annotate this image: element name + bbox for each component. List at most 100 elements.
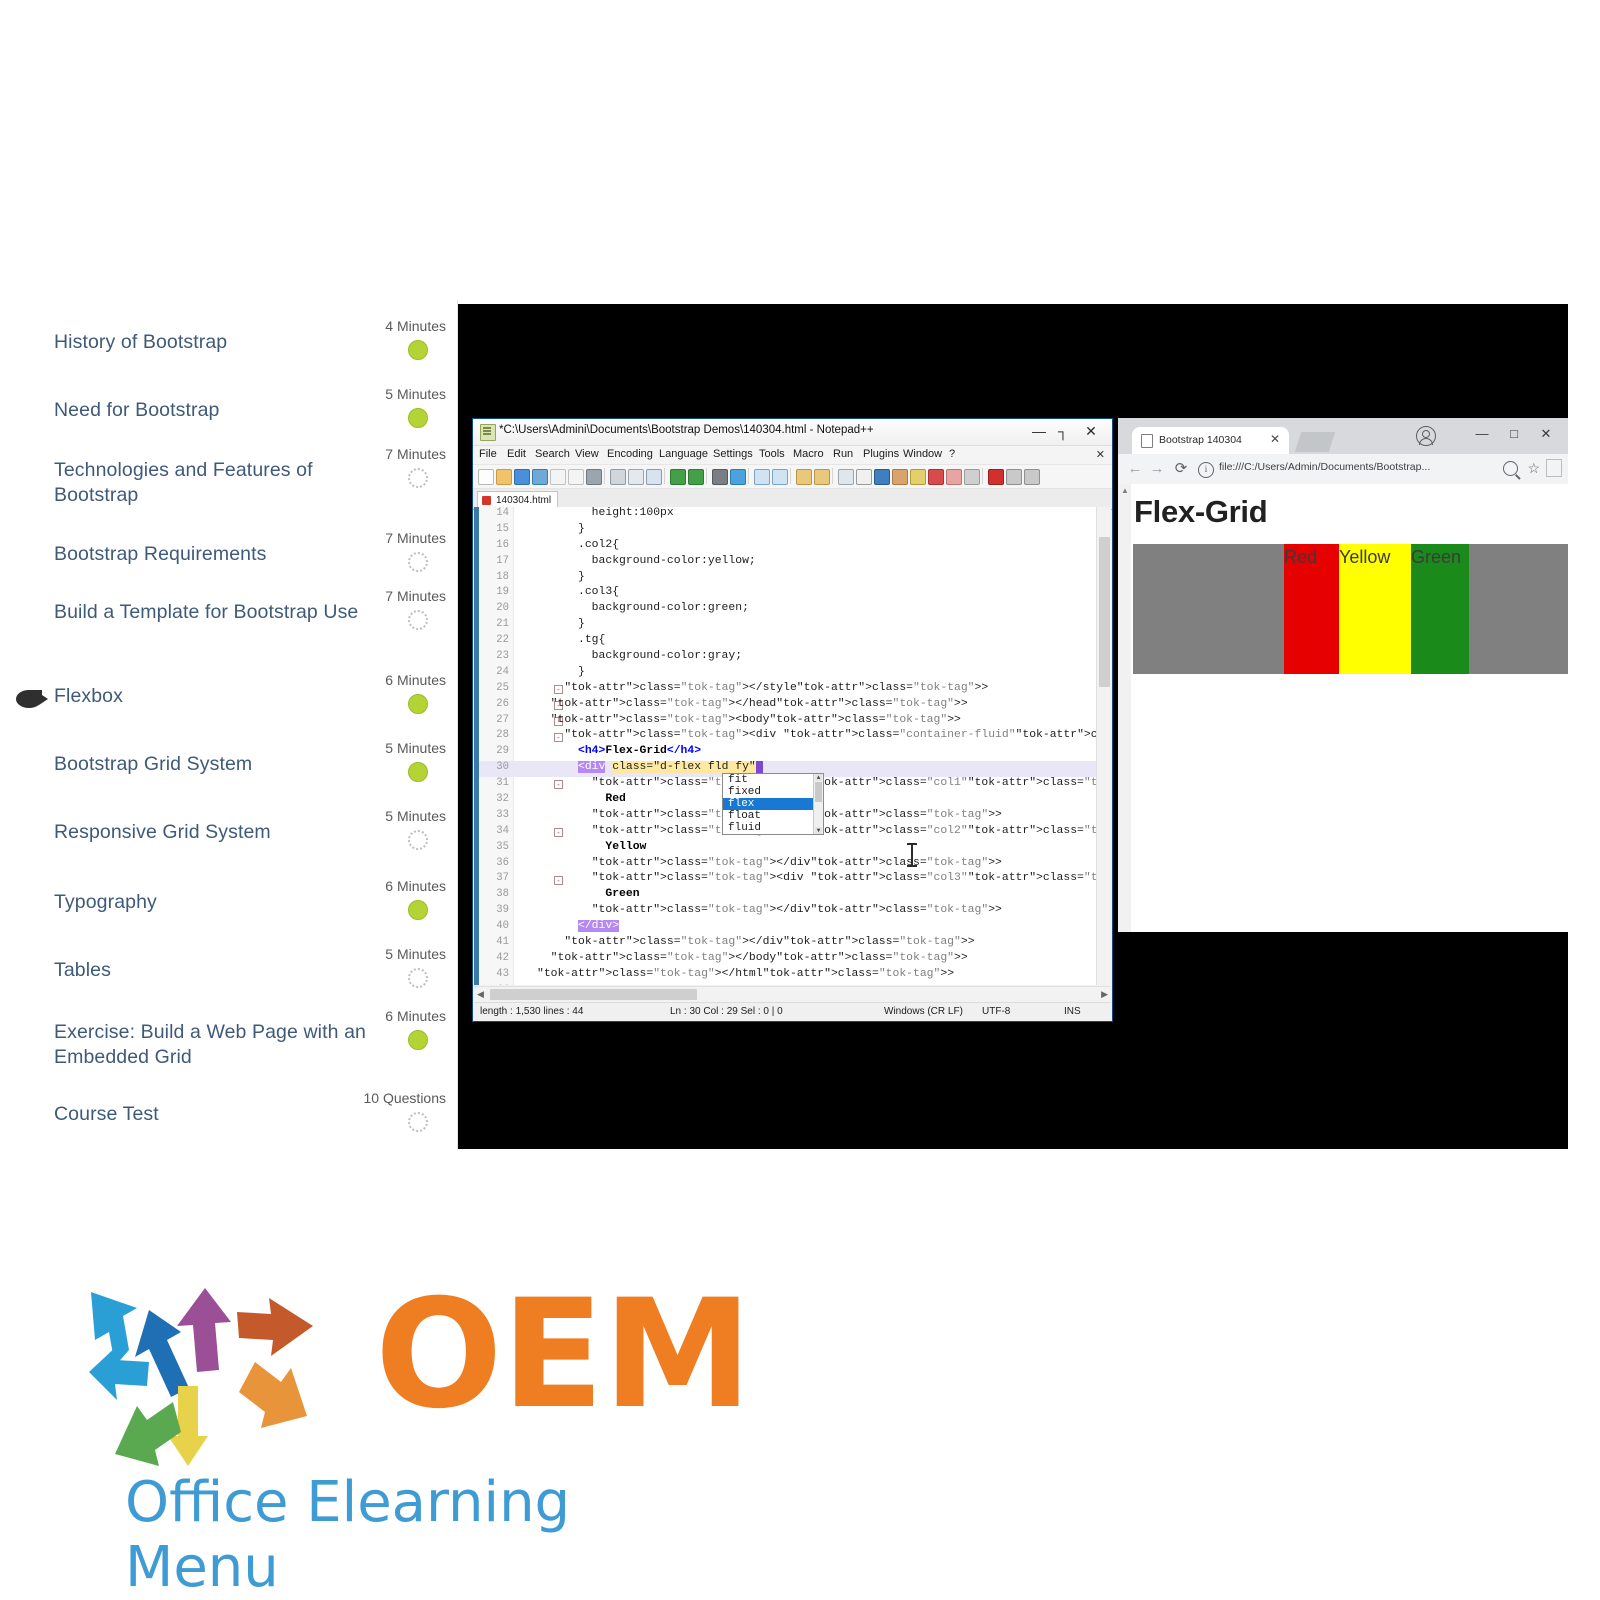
menu-item-tools[interactable]: Tools bbox=[759, 448, 785, 460]
notepadpp-minimize-button[interactable]: — bbox=[1028, 422, 1050, 440]
autocomplete-scroll-thumb[interactable] bbox=[815, 782, 822, 802]
lesson-item[interactable]: Tables 5 Minutes bbox=[0, 946, 458, 996]
show-all-chars-icon[interactable] bbox=[856, 469, 872, 485]
code-line[interactable]: 14 height:100px bbox=[479, 507, 1111, 523]
search-icon[interactable] bbox=[1503, 461, 1518, 476]
open-file-icon[interactable] bbox=[496, 469, 512, 485]
new-tab-button[interactable] bbox=[1294, 432, 1336, 452]
autocomplete-scrollbar[interactable]: ▲ ▼ bbox=[813, 774, 823, 834]
notepadpp-window[interactable]: *C:\Users\Admini\Documents\Bootstrap Dem… bbox=[472, 418, 1113, 1022]
bookmark-star-icon[interactable]: ☆ bbox=[1527, 460, 1540, 477]
code-line[interactable]: 17 background-color:yellow; bbox=[479, 555, 1111, 571]
autocomplete-item-float[interactable]: float bbox=[723, 810, 823, 822]
autocomplete-item-fixed[interactable]: fixed bbox=[723, 786, 823, 798]
code-line[interactable]: 29 <h4>Flex-Grid</h4> bbox=[479, 745, 1111, 761]
menu-item-view[interactable]: View bbox=[575, 448, 599, 460]
code-line[interactable]: 16 .col2{ bbox=[479, 539, 1111, 555]
menu-item-macro[interactable]: Macro bbox=[793, 448, 824, 460]
doc-map-icon[interactable] bbox=[910, 469, 926, 485]
menu-item-plugins[interactable]: Plugins bbox=[863, 448, 899, 460]
forward-arrow-icon[interactable]: → bbox=[1148, 460, 1166, 478]
redo-icon[interactable] bbox=[688, 469, 704, 485]
scroll-right-arrow-icon[interactable]: ▶ bbox=[1101, 989, 1108, 1000]
indent-guide-icon[interactable] bbox=[874, 469, 890, 485]
sync-scroll-h-icon[interactable] bbox=[814, 469, 830, 485]
lesson-item[interactable]: Typography 6 Minutes bbox=[0, 878, 458, 928]
paste-icon[interactable] bbox=[646, 469, 662, 485]
code-line[interactable]: 15 } bbox=[479, 523, 1111, 539]
autocomplete-item-fluid[interactable]: fluid bbox=[723, 822, 823, 834]
find-icon[interactable] bbox=[712, 469, 728, 485]
page-scroll-up-icon[interactable]: ▲ bbox=[1121, 486, 1129, 495]
page-scrollbar[interactable]: ▲ bbox=[1118, 484, 1131, 932]
code-line[interactable]: 36 "tok-attr">class="tok-tag"></div"tok-… bbox=[479, 857, 1111, 873]
replace-icon[interactable] bbox=[730, 469, 746, 485]
browser-tab-bootstrap-140304[interactable]: Bootstrap 140304 bbox=[1132, 427, 1289, 454]
code-line[interactable]: 44 bbox=[479, 984, 1111, 985]
chrome-minimize-button[interactable]: — bbox=[1472, 426, 1492, 441]
video-player-frame[interactable]: *C:\Users\Admini\Documents\Bootstrap Dem… bbox=[458, 304, 1568, 1149]
code-line[interactable]: 20 background-color:green; bbox=[479, 602, 1111, 618]
notepadpp-menubar[interactable]: ✕ File Edit Search View Encoding Language Sett… bbox=[473, 446, 1112, 465]
save-all-icon[interactable] bbox=[532, 469, 548, 485]
autocomplete-popup[interactable]: ▲ ▼ fit fixed flex float fluid bbox=[722, 773, 824, 835]
notepadpp-maximize-button[interactable]: ┐ bbox=[1052, 422, 1074, 440]
lesson-item[interactable]: Need for Bootstrap 5 Minutes bbox=[0, 386, 458, 436]
menu-item-window[interactable]: Window bbox=[903, 448, 942, 460]
menu-item-file[interactable]: File bbox=[479, 448, 497, 460]
folder-workspace-icon[interactable] bbox=[946, 469, 962, 485]
copy-icon[interactable] bbox=[628, 469, 644, 485]
save-icon[interactable] bbox=[514, 469, 530, 485]
code-text-area[interactable]: 14 height:100px 15 } 16 .col2{17 backgroun… bbox=[479, 507, 1111, 985]
chrome-toolbar[interactable]: ← → ⟳ i file:///C:/Users/Admin/Documents… bbox=[1118, 454, 1568, 485]
zoom-in-icon[interactable] bbox=[754, 469, 770, 485]
lesson-item[interactable]: Exercise: Build a Web Page with an Embed… bbox=[0, 1008, 458, 1078]
menu-item-settings[interactable]: Settings bbox=[713, 448, 753, 460]
code-line[interactable]: 18 } bbox=[479, 571, 1111, 587]
address-bar-url[interactable]: file:///C:/Users/Admin/Documents/Bootstr… bbox=[1219, 461, 1430, 473]
lesson-item[interactable]: Technologies and Features of Bootstrap 7 … bbox=[0, 446, 458, 516]
record-macro-icon[interactable] bbox=[988, 469, 1004, 485]
chrome-browser-window[interactable]: Bootstrap 140304 ✕ — □ ✕ ← → ⟳ i file://… bbox=[1118, 418, 1568, 932]
new-file-icon[interactable] bbox=[478, 469, 494, 485]
reload-icon[interactable]: ⟳ bbox=[1172, 460, 1190, 478]
playback-macro-icon[interactable] bbox=[1024, 469, 1040, 485]
sync-scroll-v-icon[interactable] bbox=[796, 469, 812, 485]
lesson-item[interactable]: Build a Template for Bootstrap Use 7 Minu… bbox=[0, 588, 458, 658]
scroll-left-arrow-icon[interactable]: ◀ bbox=[477, 989, 484, 1000]
chrome-close-button[interactable]: ✕ bbox=[1536, 426, 1556, 442]
autocomplete-item-fit[interactable]: fit bbox=[723, 774, 823, 786]
editor-horizontal-scrollbar[interactable]: ◀ ▶ bbox=[474, 986, 1111, 1003]
code-line[interactable]: 24 } bbox=[479, 666, 1111, 682]
code-line[interactable]: 41 "tok-attr">class="tok-tag"></div"tok-… bbox=[479, 936, 1111, 952]
code-line[interactable]: 22 .tg{ bbox=[479, 634, 1111, 650]
code-line[interactable]: 27 "tok-attr">class="tok-tag"><body"tok-… bbox=[479, 714, 1111, 730]
code-line[interactable]: 42 "tok-attr">class="tok-tag"></body"tok… bbox=[479, 952, 1111, 968]
code-line[interactable]: 21 } bbox=[479, 618, 1111, 634]
code-line[interactable]: 38 Green bbox=[479, 888, 1111, 904]
monitoring-icon[interactable] bbox=[964, 469, 980, 485]
code-line[interactable]: 40 </div> bbox=[479, 920, 1111, 936]
autocomplete-scroll-up-icon[interactable]: ▲ bbox=[815, 774, 822, 781]
notepadpp-menu-close-doc-button[interactable]: ✕ bbox=[1096, 448, 1105, 461]
zoom-out-icon[interactable] bbox=[772, 469, 788, 485]
editor-vertical-scrollbar[interactable] bbox=[1096, 507, 1111, 985]
code-line[interactable]: 37 "tok-attr">class="tok-tag"><div "tok-… bbox=[479, 872, 1111, 888]
notepadpp-close-button[interactable]: ✕ bbox=[1080, 422, 1102, 440]
code-line[interactable]: 35 Yellow bbox=[479, 841, 1111, 857]
lesson-item[interactable]: Bootstrap Grid System 5 Minutes bbox=[0, 740, 458, 790]
code-line[interactable]: 25 "tok-attr">class="tok-tag"></style"to… bbox=[479, 682, 1111, 698]
user-defined-dlg-icon[interactable] bbox=[892, 469, 908, 485]
editor-vertical-scroll-thumb[interactable] bbox=[1099, 537, 1110, 687]
stop-macro-icon[interactable] bbox=[1006, 469, 1022, 485]
code-line[interactable]: 28 "tok-attr">class="tok-tag"><div "tok-… bbox=[479, 729, 1111, 745]
lesson-item[interactable]: Flexbox 6 Minutes bbox=[0, 672, 458, 722]
chrome-tabstrip[interactable]: Bootstrap 140304 ✕ — □ ✕ bbox=[1118, 418, 1568, 454]
close-all-icon[interactable] bbox=[568, 469, 584, 485]
notepadpp-toolbar[interactable] bbox=[473, 465, 1112, 489]
close-file-icon[interactable] bbox=[550, 469, 566, 485]
code-line[interactable]: 43 "tok-attr">class="tok-tag"></html"tok-… bbox=[479, 968, 1111, 984]
code-line[interactable]: 39 "tok-attr">class="tok-tag"></div"tok-… bbox=[479, 904, 1111, 920]
menu-item-language[interactable]: Language bbox=[659, 448, 708, 460]
autocomplete-item-flex[interactable]: flex bbox=[723, 798, 823, 810]
